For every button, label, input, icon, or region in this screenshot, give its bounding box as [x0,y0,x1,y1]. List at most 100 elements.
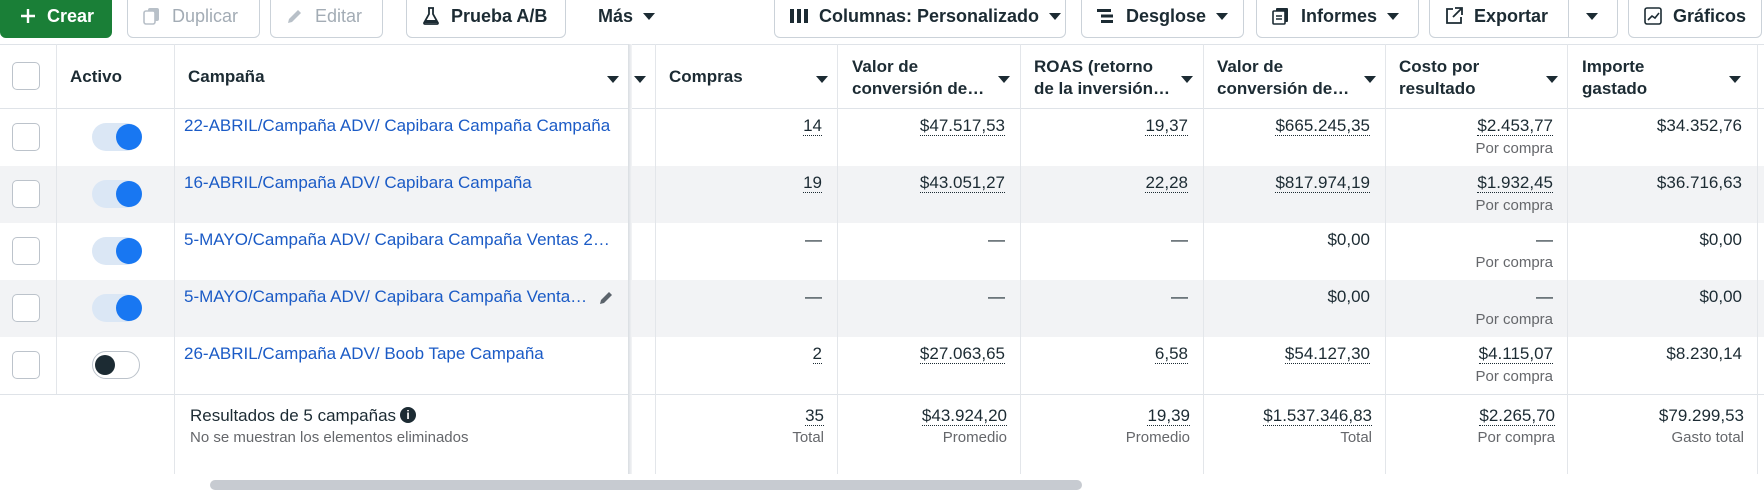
table-row[interactable]: 22-ABRIL/Campaña ADV/ Capibara Campaña C… [0,109,1764,166]
purchases-value[interactable]: 2 [812,344,822,364]
charts-button[interactable]: Gráficos [1628,0,1762,38]
header-conversion-value-1[interactable]: Valor de conversión de… [852,56,984,100]
cost-per-result-value: — [1536,287,1553,306]
columns-button[interactable]: Columnas: Personalizado [774,0,1066,38]
create-button[interactable]: Crear [0,0,112,38]
row-checkbox[interactable] [12,351,40,379]
chevron-down-icon [1387,12,1400,20]
roas-value[interactable]: 22,28 [1145,173,1188,193]
total-cost-per-result[interactable]: $2.265,70 [1479,406,1555,426]
export-split-divider [1568,0,1569,38]
campaign-name-link[interactable]: 22-ABRIL/Campaña ADV/ Capibara Campaña C… [184,116,614,136]
row-checkbox[interactable] [12,123,40,151]
avg-conversion-value-1-sub: Promedio [942,429,1007,446]
table-row[interactable]: 16-ABRIL/Campaña ADV/ Capibara Campaña 1… [0,166,1764,223]
active-toggle[interactable] [92,123,142,151]
row-checkbox[interactable] [12,180,40,208]
header-purchases[interactable]: Compras [669,66,743,88]
cost-per-result-value[interactable]: $1.932,45 [1477,173,1553,193]
create-label: Crear [47,5,95,26]
header-campaign[interactable]: Campaña [188,66,265,88]
conversion-value-1[interactable]: $43.051,27 [919,173,1005,193]
breakdown-icon [1096,7,1116,25]
active-toggle[interactable] [92,237,142,265]
chevron-down-icon[interactable] [816,76,828,83]
table-row[interactable]: 5-MAYO/Campaña ADV/ Capibara Campaña Ven… [0,223,1764,280]
header-conversion-value-2[interactable]: Valor de conversión de… [1217,56,1349,100]
chevron-down-icon[interactable] [998,76,1010,83]
more-label: Más [598,5,634,26]
row-checkbox[interactable] [12,294,40,322]
conversion-value-2[interactable]: $665.245,35 [1275,116,1370,136]
reports-icon [1271,6,1291,26]
reports-button[interactable]: Informes [1256,0,1419,38]
header-amount-spent[interactable]: Importe gastado [1582,56,1647,100]
chevron-down-icon[interactable] [1729,76,1741,83]
roas-value: — [1171,230,1188,249]
cost-per-result-value[interactable]: $2.453,77 [1477,116,1553,136]
more-button[interactable]: Más [584,0,684,38]
results-subtitle: No se muestran los elementos eliminados [190,429,469,446]
conversion-value-1[interactable]: $27.063,65 [919,344,1005,364]
campaign-name-link[interactable]: 16-ABRIL/Campaña ADV/ Capibara Campaña [184,173,614,193]
roas-value[interactable]: 6,58 [1154,344,1188,364]
chevron-down-icon[interactable] [607,76,619,83]
table-row[interactable]: 5-MAYO/Campaña ADV/ Capibara Campaña Ven… [0,280,1764,337]
total-cost-per-result-sub: Por compra [1477,429,1555,446]
amount-spent-value: $36.716,63 [1656,173,1742,192]
duplicate-button[interactable]: Duplicar [127,0,260,38]
edit-button[interactable]: Editar [270,0,383,38]
campaign-name-link[interactable]: 5-MAYO/Campaña ADV/ Capibara Campaña Ven… [184,287,594,307]
table-row[interactable]: 26-ABRIL/Campaña ADV/ Boob Tape Campaña … [0,337,1764,394]
campaign-name-link[interactable]: 5-MAYO/Campaña ADV/ Capibara Campaña Ven… [184,230,614,250]
row-checkbox[interactable] [12,237,40,265]
total-amount-spent-sub: Gasto total [1671,429,1744,446]
total-purchases[interactable]: 35 [805,406,824,426]
active-toggle[interactable] [92,294,142,322]
pencil-icon[interactable] [598,288,616,311]
export-icon [1444,6,1464,26]
campaign-name-link[interactable]: 26-ABRIL/Campaña ADV/ Boob Tape Campaña [184,344,614,364]
total-amount-spent: $79.299,53 [1658,406,1744,425]
ab-test-button[interactable]: Prueba A/B [406,0,566,38]
cost-per-result-sub: Por compra [1475,368,1553,385]
duplicate-label: Duplicar [172,5,239,26]
chevron-down-icon[interactable] [1546,76,1558,83]
purchases-value[interactable]: 19 [803,173,822,193]
info-icon[interactable]: i [400,407,417,423]
select-all-checkbox[interactable] [12,62,40,90]
reports-label: Informes [1301,5,1378,26]
results-title: Resultados de 5 campañas i [190,406,417,426]
header-roas[interactable]: ROAS (retorno de la inversión… [1034,56,1170,100]
columns-label: Columnas: Personalizado [819,5,1040,26]
cost-per-result-sub: Por compra [1475,140,1553,157]
header-cost-per-result[interactable]: Costo por resultado [1399,56,1479,100]
chevron-down-icon [1049,12,1062,20]
avg-roas[interactable]: 19,39 [1147,406,1190,426]
toolbar: Crear Duplicar Editar Prueba A/B Más Col… [0,0,1764,48]
chart-line-icon [1643,6,1663,26]
roas-value[interactable]: 19,37 [1145,116,1188,136]
conversion-value-2[interactable]: $54.127,30 [1284,344,1370,364]
results-summary-row: Resultados de 5 campañas i No se muestran… [0,395,1764,465]
avg-conversion-value-1[interactable]: $43.924,20 [921,406,1007,426]
conversion-value-1[interactable]: $47.517,53 [919,116,1005,136]
header-active[interactable]: Activo [70,66,122,88]
active-toggle[interactable] [92,180,142,208]
cost-per-result-sub: Por compra [1475,197,1553,214]
total-conversion-value-2-sub: Total [1340,429,1372,446]
chevron-down-icon[interactable] [1364,76,1376,83]
breakdown-button[interactable]: Desglose [1081,0,1244,38]
chevron-down-icon[interactable] [634,76,646,83]
ab-test-label: Prueba A/B [451,5,548,26]
conversion-value-2[interactable]: $817.974,19 [1275,173,1370,193]
purchases-value: — [805,230,822,249]
export-options-button[interactable] [1572,0,1616,37]
active-toggle[interactable] [92,351,140,379]
purchases-value[interactable]: 14 [803,116,822,136]
total-conversion-value-2[interactable]: $1.537.346,83 [1263,406,1372,426]
cost-per-result-value[interactable]: $4.115,07 [1478,344,1553,364]
chevron-down-icon [1216,12,1229,20]
horizontal-scrollbar-thumb[interactable] [210,480,1082,490]
chevron-down-icon[interactable] [1181,76,1193,83]
